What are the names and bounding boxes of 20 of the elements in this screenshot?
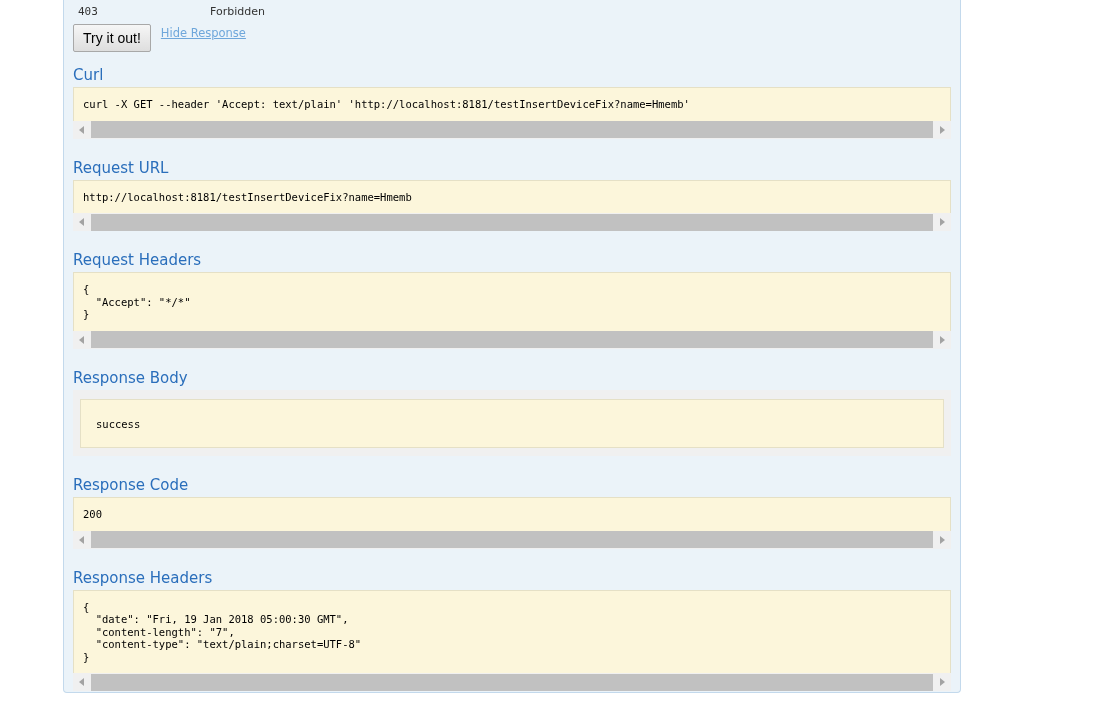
section-heading: Response Code — [73, 476, 190, 496]
section-heading: Curl — [73, 66, 105, 86]
status-message: Forbidden — [210, 4, 265, 18]
section-heading: Request Headers — [73, 251, 203, 271]
section-heading: Request URL — [73, 158, 170, 179]
scrollbar-thumb[interactable] — [91, 331, 933, 348]
section-heading: Response Headers — [73, 568, 214, 589]
section-heading: Response Body — [73, 368, 189, 389]
code-block: curl -X GET --header 'Accept: text/plain' 'http://localhost:8181/testInsertDeviceFix?name=Hmemb' — [73, 87, 951, 121]
code-block: 200 — [73, 497, 951, 531]
code-block: success — [80, 398, 944, 448]
scrollbar-thumb[interactable] — [91, 531, 933, 548]
scrollbar-thumb[interactable] — [91, 121, 933, 138]
code-block: http://localhost:8181/testInsertDeviceFix?name=Hmemb — [73, 179, 951, 213]
scrollbar-thumb[interactable] — [91, 673, 933, 691]
code-block: { "Accept": "*/*" } — [73, 272, 951, 331]
scrollbar-thumb[interactable] — [91, 213, 933, 231]
code-block: { "date": "Fri, 19 Jan 2018 05:00:30 GMT", "content-length": "7", "content-type": "text/plain;charset=UTF-8" } — [73, 589, 951, 673]
try-it-out-button[interactable]: Try it out! — [73, 24, 151, 52]
status-code: 403 — [77, 4, 99, 18]
